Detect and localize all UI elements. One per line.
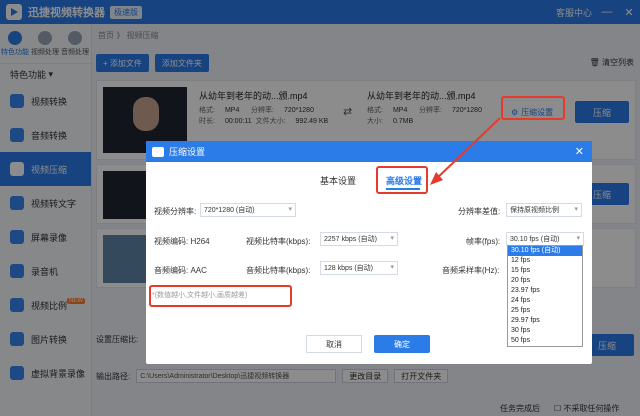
- annotation-arrow: [430, 117, 501, 185]
